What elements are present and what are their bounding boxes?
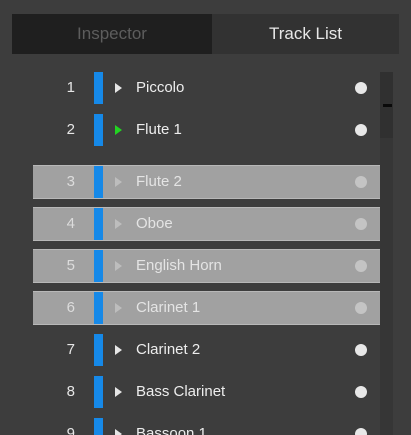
track-row[interactable]: 2 Flute 1 bbox=[33, 114, 380, 146]
track-status-dot-icon[interactable] bbox=[355, 428, 367, 435]
track-color-bar[interactable] bbox=[94, 376, 103, 408]
track-color-bar[interactable] bbox=[94, 208, 103, 240]
expand-arrow-icon[interactable] bbox=[115, 83, 122, 93]
expand-arrow-icon[interactable] bbox=[115, 429, 122, 435]
track-name: English Horn bbox=[136, 257, 222, 274]
track-color-bar[interactable] bbox=[94, 166, 103, 198]
track-color-bar[interactable] bbox=[94, 72, 103, 104]
track-color-bar[interactable] bbox=[94, 250, 103, 282]
track-color-bar[interactable] bbox=[94, 114, 103, 146]
scrollbar-grip bbox=[383, 104, 392, 107]
track-name: Clarinet 1 bbox=[136, 299, 201, 316]
track-status-dot-icon[interactable] bbox=[355, 386, 367, 398]
track-color-bar[interactable] bbox=[94, 418, 103, 435]
track-status-dot-icon[interactable] bbox=[355, 82, 367, 94]
expand-arrow-icon[interactable] bbox=[115, 261, 122, 271]
track-status-dot-icon[interactable] bbox=[355, 176, 367, 188]
track-name: Piccolo bbox=[136, 79, 185, 96]
track-number: 4 bbox=[66, 215, 75, 232]
track-number: 5 bbox=[66, 257, 75, 274]
expand-arrow-icon[interactable] bbox=[115, 125, 122, 135]
track-name: Flute 2 bbox=[136, 173, 182, 190]
track-color-bar[interactable] bbox=[94, 334, 103, 366]
track-row[interactable]: 6 Clarinet 1 bbox=[33, 291, 380, 325]
tab-bar: Inspector Track List bbox=[12, 14, 399, 54]
track-name: Flute 1 bbox=[136, 121, 182, 138]
track-row[interactable]: 7 Clarinet 2 bbox=[33, 334, 380, 366]
track-color-bar[interactable] bbox=[94, 292, 103, 324]
track-number: 6 bbox=[66, 299, 75, 316]
track-number: 7 bbox=[66, 341, 75, 358]
track-status-dot-icon[interactable] bbox=[355, 302, 367, 314]
track-number: 3 bbox=[66, 173, 75, 190]
track-name: Bassoon 1 bbox=[136, 425, 207, 435]
expand-arrow-icon[interactable] bbox=[115, 387, 122, 397]
track-list: 1 Piccolo 2 Flute 1 3 Flute 2 4 Oboe 5 English Ho… bbox=[33, 72, 380, 435]
track-panel: Inspector Track List 1 Piccolo 2 Flute 1 3 Fl… bbox=[0, 0, 411, 435]
tab-inspector[interactable]: Inspector bbox=[12, 14, 212, 54]
track-status-dot-icon[interactable] bbox=[355, 218, 367, 230]
track-name: Bass Clarinet bbox=[136, 383, 226, 400]
expand-arrow-icon[interactable] bbox=[115, 345, 122, 355]
track-row[interactable]: 5 English Horn bbox=[33, 249, 380, 283]
track-status-dot-icon[interactable] bbox=[355, 260, 367, 272]
track-row[interactable]: 1 Piccolo bbox=[33, 72, 380, 104]
track-row[interactable]: 4 Oboe bbox=[33, 207, 380, 241]
track-number: 9 bbox=[66, 425, 75, 435]
track-row[interactable]: 3 Flute 2 bbox=[33, 165, 380, 199]
track-number: 1 bbox=[66, 79, 75, 96]
track-number: 8 bbox=[66, 383, 75, 400]
track-number: 2 bbox=[66, 121, 75, 138]
expand-arrow-icon[interactable] bbox=[115, 303, 122, 313]
expand-arrow-icon[interactable] bbox=[115, 177, 122, 187]
track-row[interactable]: 8 Bass Clarinet bbox=[33, 376, 380, 408]
expand-arrow-icon[interactable] bbox=[115, 219, 122, 229]
track-row[interactable]: 9 Bassoon 1 bbox=[33, 418, 380, 435]
track-name: Oboe bbox=[136, 215, 173, 232]
track-name: Clarinet 2 bbox=[136, 341, 201, 358]
tab-track-list[interactable]: Track List bbox=[212, 14, 399, 54]
track-status-dot-icon[interactable] bbox=[355, 344, 367, 356]
track-status-dot-icon[interactable] bbox=[355, 124, 367, 136]
